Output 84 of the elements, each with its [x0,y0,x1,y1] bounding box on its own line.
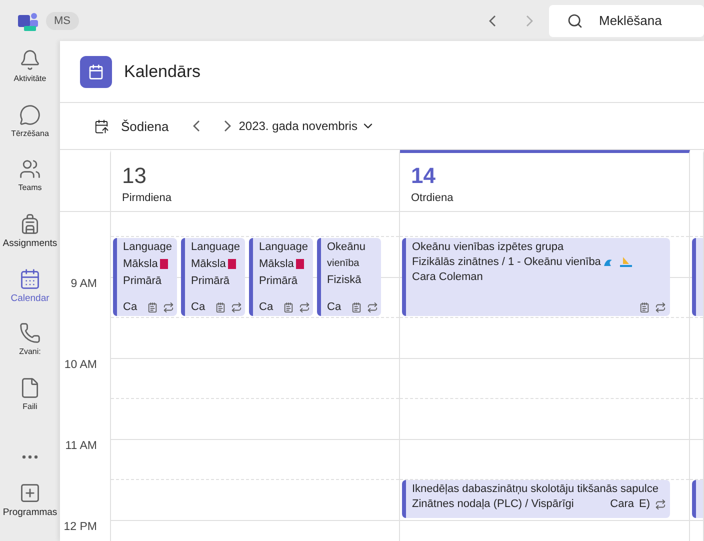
sidebar-label[interactable]: Calendar [10,292,50,304]
calendar-event[interactable]: Okeānu vienība Fiziskā Ca [317,238,381,316]
event-text: Language [123,241,173,253]
event-text: Iknedēļas dabaszinātņu skolotāju tikšanās sapulce [412,483,660,495]
teams-icon[interactable] [19,158,41,180]
search-input[interactable]: Meklēšana [597,12,697,29]
organizer-name: Ca [259,301,274,313]
chat-icon[interactable] [18,104,41,126]
event-text: Okeānu vienības izpētes grupa [412,241,565,253]
search-icon [567,12,583,28]
notes-icon [283,302,294,312]
event-text: Primārā [191,275,231,287]
sidebar-label[interactable]: Zvani: [19,347,41,356]
time-label: 9 AM [70,278,97,292]
event-text: Zinātnes nodaļa (PLC) / Vispārīgi [412,498,574,510]
bell-icon[interactable] [19,49,41,71]
forward-icon [526,14,533,26]
notes-icon [639,302,650,313]
event-text: Language [259,241,309,253]
event-text: Primārā [259,275,299,287]
repeat-icon [655,498,666,510]
next-button[interactable] [224,120,231,132]
calendar-event[interactable] [692,480,703,518]
event-text: Māksla [123,258,173,270]
next-icon [224,120,231,132]
organizer-name: Ca [123,301,138,313]
calendar-event[interactable]: Language Māksla Primārā Ca [113,238,177,316]
phone-icon[interactable] [19,322,41,344]
back-button[interactable] [489,14,496,26]
today-icon [94,118,109,134]
event-text: E) [639,498,650,510]
calendar-icon[interactable] [19,268,41,290]
app-logo [18,10,38,30]
calendar-icon [80,56,112,88]
sidebar-label[interactable]: Programmas [2,507,58,518]
previous-icon [192,120,200,132]
month-picker[interactable]: 2023. gada novembris [238,119,376,133]
sidebar-label[interactable]: Aktivitāte [14,74,46,83]
previous-button[interactable] [192,120,200,132]
repeat-icon [655,302,666,313]
sidebar-label[interactable]: Faili [22,402,38,411]
sidebar-label[interactable]: Teams [18,183,42,192]
notes-icon [215,302,226,312]
event-text: Primārā [123,275,163,287]
event-text: Māksla [191,258,241,270]
event-text: Fiziskā [327,274,362,286]
event-text: Māksla [259,258,309,270]
sidebar-label[interactable]: Assignments [2,238,58,249]
more-button[interactable] [22,454,38,459]
calendar-event[interactable]: Language Māksla Primārā Ca [249,238,313,316]
sidebar-label[interactable]: Tērzēšana [11,128,49,138]
repeat-icon [231,302,242,312]
repeat-icon [299,302,310,312]
day-number: 13 [122,163,148,189]
calendar-event[interactable]: Language Māksla Primārā Ca [181,238,245,316]
search-field[interactable]: Meklēšana [549,4,704,36]
time-label: 10 AM [64,359,97,373]
today-button[interactable]: Šodiena [94,118,169,134]
time-label: 12 PM [64,521,97,535]
day-name: Otrdiena [411,192,454,204]
calendar-event[interactable] [692,238,703,316]
event-text: Fizikālās zinātnes / 1 - Okeānu vienība [412,256,666,268]
event-text: Language [191,241,241,253]
profile-badge[interactable]: MS [46,12,78,30]
more-icon [22,454,38,459]
organizer-name: Cara Coleman [412,271,484,283]
repeat-icon [163,302,174,312]
organizer-name: Cara [610,498,634,510]
back-icon [489,14,496,26]
page-title: Kalendārs [124,62,201,82]
repeat-icon [367,302,378,312]
event-text: Okeānu [327,241,367,253]
notes-icon [351,302,362,312]
day-name: Pirmdiena [122,192,173,204]
apps-icon[interactable] [19,482,41,504]
notes-icon [147,302,158,312]
time-label: 11 AM [65,440,97,454]
organizer-name: Ca [327,301,342,313]
day-number: 14 [411,163,436,189]
organizer-name: Ca [191,301,206,313]
event-text: vienība [327,258,360,269]
file-icon[interactable] [19,376,41,399]
calendar-event[interactable]: Iknedēļas dabaszinātņu skolotāju tikšanās sapulce Zinātnes nodaļa (PLC) / Vispārīgi Cara E) [402,480,670,518]
calendar-event[interactable]: Okeānu vienības izpētes grupa Fizikālās zinātnes / 1 - Okeānu vienība Cara Coleman [402,238,670,316]
